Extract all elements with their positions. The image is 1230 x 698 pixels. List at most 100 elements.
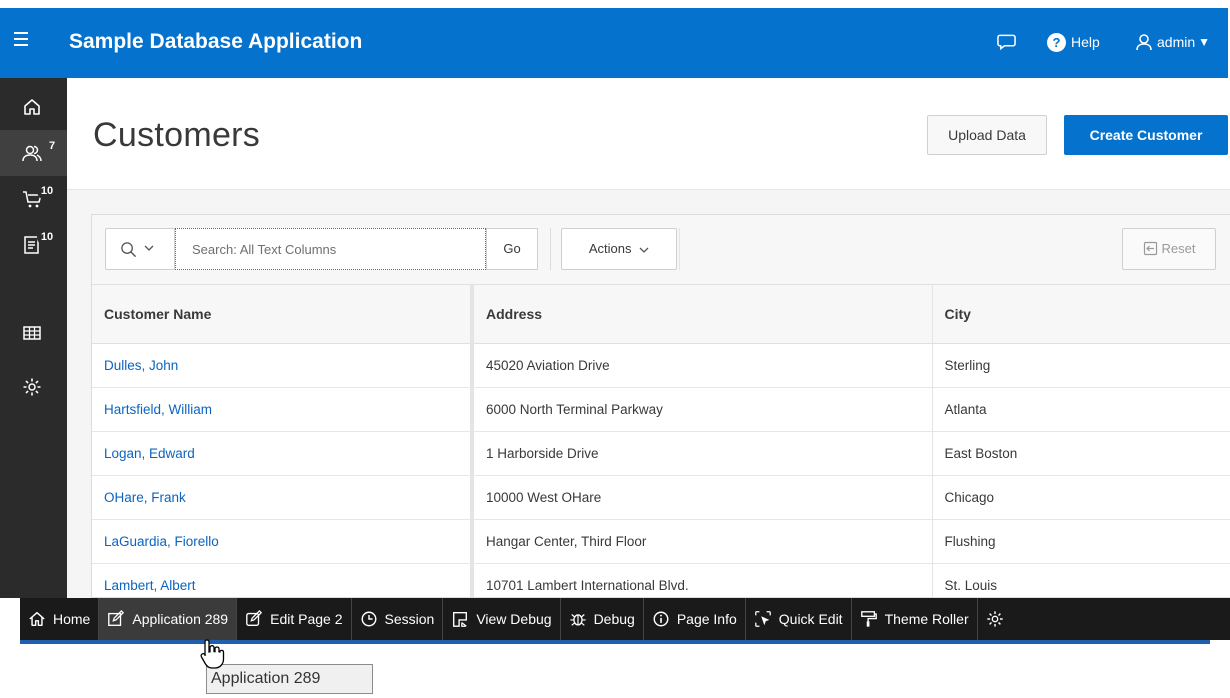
report-toolbar: Go Actions Reset <box>92 215 1230 285</box>
customer-name-link[interactable]: Lambert, Albert <box>92 563 474 597</box>
view-debug-icon <box>453 612 468 627</box>
settings-icon <box>986 611 1003 627</box>
search-icon <box>121 242 137 258</box>
chevron-down-icon <box>639 247 649 253</box>
city-cell: St. Louis <box>932 563 1230 597</box>
column-header-city[interactable]: City <box>932 285 1230 344</box>
devbar-debug-button[interactable]: Debug <box>561 598 644 640</box>
customer-name-link[interactable]: Hartsfield, William <box>92 387 474 432</box>
customers-report: Go Actions Reset Customer Name Address C… <box>91 214 1230 598</box>
customer-name-link[interactable]: Logan, Edward <box>92 431 474 476</box>
table-row: Lambert, Albert 10701 Lambert Internatio… <box>92 563 1230 597</box>
actions-label: Actions <box>588 241 632 256</box>
chevron-down-icon <box>144 245 154 251</box>
search-column-menu-button[interactable] <box>105 228 175 270</box>
reset-label: Reset <box>1161 241 1196 256</box>
column-header-address[interactable]: Address <box>472 285 933 344</box>
table-row: Logan, Edward 1 Harborside Drive East Bo… <box>92 431 1230 476</box>
customer-name-link[interactable]: OHare, Frank <box>92 475 474 520</box>
table-row: LaGuardia, Fiorello Hangar Center, Third… <box>92 519 1230 564</box>
nav-item-orders[interactable]: 10 <box>0 222 67 268</box>
nav-item-customers[interactable]: 7 <box>0 130 67 176</box>
paint-roller-icon <box>860 611 877 627</box>
go-button[interactable]: Go <box>486 228 538 270</box>
devbar-session-button[interactable]: Session <box>352 598 444 640</box>
toolbar-divider <box>550 228 551 270</box>
help-icon: ? <box>1047 32 1066 52</box>
home-icon <box>29 611 45 627</box>
table-row: Hartsfield, William 6000 North Terminal … <box>92 387 1230 432</box>
tooltip: Application 289 <box>206 664 373 694</box>
devbar-label: Theme Roller <box>884 611 969 627</box>
nav-item-reports[interactable] <box>0 310 67 356</box>
table-icon <box>23 326 41 340</box>
city-cell: Flushing <box>932 519 1230 564</box>
info-icon <box>653 611 669 627</box>
city-cell: Atlanta <box>932 387 1230 432</box>
address-cell: 6000 North Terminal Parkway <box>472 387 933 432</box>
side-navigation: 7 10 10 <box>0 78 67 598</box>
home-icon <box>24 99 40 115</box>
user-icon <box>1136 34 1152 51</box>
address-cell: 45020 Aviation Drive <box>472 343 933 388</box>
devbar-theme-roller-button[interactable]: Theme Roller <box>852 598 978 640</box>
devbar-label: Session <box>384 611 435 627</box>
actions-menu-button[interactable]: Actions <box>561 228 677 270</box>
toolbar-divider <box>679 228 680 270</box>
users-icon <box>22 145 42 162</box>
devbar-label: Edit Page 2 <box>270 611 343 627</box>
devbar-label: Quick Edit <box>778 611 843 627</box>
hand-pointer-cursor-icon <box>200 639 225 669</box>
devbar-application-button[interactable]: Application 289 <box>99 598 238 640</box>
nav-badge: 7 <box>49 140 56 152</box>
bug-icon <box>569 614 586 626</box>
app-header: Sample Database Application ? Help admin… <box>0 8 1228 78</box>
upload-data-button[interactable]: Upload Data <box>927 115 1047 155</box>
create-customer-button[interactable]: Create Customer <box>1064 115 1228 155</box>
caret-down-icon: ▼ <box>1198 35 1211 49</box>
table-row: OHare, Frank 10000 West OHare Chicago <box>92 475 1230 520</box>
user-label: admin <box>1157 34 1196 50</box>
city-cell: Sterling <box>932 343 1230 388</box>
devbar-settings-button[interactable] <box>978 598 1019 640</box>
address-cell: 10701 Lambert International Blvd. <box>472 563 933 597</box>
table-row: Dulles, John 45020 Aviation Drive Sterli… <box>92 343 1230 388</box>
devbar-label: Application 289 <box>132 611 229 627</box>
address-cell: 1 Harborside Drive <box>472 431 933 476</box>
nav-badge: 10 <box>37 228 57 246</box>
customer-name-link[interactable]: Dulles, John <box>92 343 474 388</box>
settings-icon <box>23 378 41 396</box>
city-cell: East Boston <box>932 431 1230 476</box>
nav-item-home[interactable] <box>0 84 67 130</box>
app-title[interactable]: Sample Database Application <box>69 30 362 54</box>
devbar-view-debug-button[interactable]: View Debug <box>443 598 561 640</box>
column-header-customer-name[interactable]: Customer Name <box>92 285 474 344</box>
devbar-label: Debug <box>593 611 635 627</box>
customers-table: Customer Name Address City Dulles, John … <box>92 285 1230 597</box>
devbar-page-info-button[interactable]: Page Info <box>644 598 746 640</box>
devbar-home-button[interactable]: Home <box>20 598 100 640</box>
devbar-label: View Debug <box>476 611 552 627</box>
customer-name-link[interactable]: LaGuardia, Fiorello <box>92 519 474 564</box>
devbar-label: Home <box>53 611 91 627</box>
chat-icon[interactable] <box>997 34 1016 50</box>
devbar-edit-page-button[interactable]: Edit Page 2 <box>237 598 352 640</box>
nav-item-administration[interactable] <box>0 364 67 410</box>
developer-toolbar: Home Application 289 Edit Page 2 Session… <box>20 598 1230 640</box>
help-label: Help <box>1071 34 1100 50</box>
help-menu[interactable]: ? Help <box>1047 32 1100 52</box>
page-title: Customers <box>93 116 261 154</box>
reset-button[interactable]: Reset <box>1122 228 1216 270</box>
hamburger-menu-icon[interactable] <box>14 32 32 46</box>
page-header: Customers Upload Data Create Customer <box>67 78 1230 190</box>
nav-badge: 10 <box>37 182 57 200</box>
user-menu[interactable]: admin ▼ <box>1135 32 1210 52</box>
nav-item-cart[interactable]: 10 <box>0 176 67 222</box>
quick-edit-icon <box>754 611 771 627</box>
edit-app-icon <box>108 610 125 626</box>
app-frame: { "header": { "app_title": "Sample Datab… <box>0 0 1230 698</box>
devbar-quick-edit-button[interactable]: Quick Edit <box>746 598 852 640</box>
edit-page-icon <box>246 610 263 626</box>
search-input[interactable] <box>175 228 486 270</box>
city-cell: Chicago <box>932 475 1230 520</box>
